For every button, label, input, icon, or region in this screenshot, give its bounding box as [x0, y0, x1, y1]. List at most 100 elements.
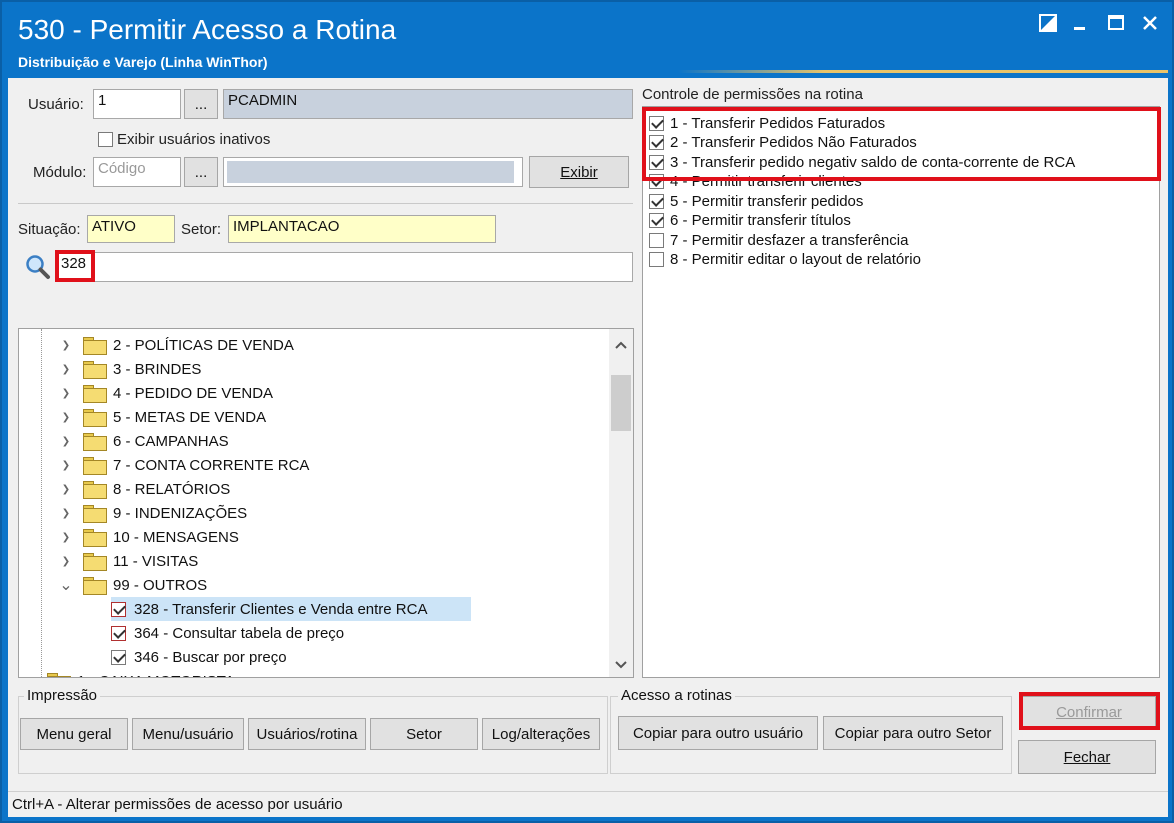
tree-folder-label: 11 - VISITAS — [113, 552, 199, 570]
tree-routine-row[interactable]: 364 - Consultar tabela de preço — [19, 621, 344, 645]
permission-row[interactable]: 8 - Permitir editar o layout de relatóri… — [649, 250, 921, 270]
permission-checkbox[interactable] — [649, 232, 664, 248]
folder-icon — [83, 409, 107, 427]
scroll-thumb[interactable] — [611, 375, 631, 431]
permission-label: 6 - Permitir transferir títulos — [670, 212, 851, 229]
tree-routine-row[interactable]: 328 - Transferir Clientes e Venda entre … — [111, 597, 471, 621]
show-inactive-check-icon[interactable] — [98, 132, 113, 147]
chevron-right-icon[interactable]: ❯ — [59, 364, 73, 375]
acesso-title: Acesso a rotinas — [618, 687, 735, 704]
permission-checkbox[interactable] — [649, 252, 664, 267]
routine-checkbox[interactable] — [111, 601, 126, 617]
chevron-right-icon[interactable]: ❯ — [59, 532, 73, 543]
tree-folder-label: 8 - RELATÓRIOS — [113, 480, 231, 498]
routine-tree[interactable]: ❯ 2 - POLÍTICAS DE VENDA ❯ 3 - BRINDES ❯ 4 - … — [18, 328, 634, 678]
chevron-right-icon[interactable]: ❯ — [59, 388, 73, 399]
tree-folder-row[interactable]: ❯ 3 - BRINDES — [19, 357, 201, 381]
tree-folder-label: 4 - PEDIDO DE VENDA — [113, 384, 274, 402]
chevron-right-icon[interactable]: ❯ — [59, 412, 73, 423]
log-alteracoes-button[interactable]: Log/alterações — [482, 718, 600, 750]
tree-folder-row[interactable]: ❯ 4 - PEDIDO DE VENDA — [19, 381, 273, 405]
permissions-highlight — [642, 107, 1161, 181]
folder-icon — [83, 481, 107, 499]
search-input[interactable]: 328 — [56, 252, 633, 282]
separator — [18, 203, 633, 204]
folder-icon — [83, 457, 107, 475]
scroll-down-icon[interactable] — [614, 657, 628, 674]
permissions-title: Controle de permissões na rotina — [642, 86, 863, 103]
menu-usuario-button[interactable]: Menu/usuário — [132, 718, 244, 750]
tree-scrollbar[interactable] — [609, 329, 633, 677]
tree-folder-label: 10 - MENSAGENS — [113, 528, 239, 546]
restore-layout-icon[interactable] — [1036, 14, 1060, 38]
chevron-right-icon[interactable]: ❯ — [59, 436, 73, 447]
tree-folder-row[interactable]: ❯ 2 - POLÍTICAS DE VENDA — [19, 333, 294, 357]
client-area: Usuário: 1 ... PCADMIN Exibir usuários i… — [8, 78, 1168, 817]
chevron-right-icon[interactable]: ❯ — [59, 508, 73, 519]
tree-folder-label: 1 - CAIXA MOTORISTA — [77, 673, 235, 678]
impressao-title: Impressão — [24, 687, 101, 704]
folder-icon — [83, 577, 107, 595]
confirmar-highlight — [1019, 692, 1160, 730]
tree-folder-row[interactable]: ❯ 11 - VISITAS — [19, 549, 198, 573]
copy-to-user-button[interactable]: Copiar para outro usuário — [618, 716, 818, 750]
chevron-down-icon[interactable]: ⌄ — [59, 575, 73, 595]
tree-folder-row-expanded[interactable]: ⌄ 99 - OUTROS — [19, 573, 207, 597]
permission-label: 8 - Permitir editar o layout de relatóri… — [670, 251, 921, 268]
permission-row[interactable]: 5 - Permitir transferir pedidos — [649, 191, 863, 211]
folder-icon — [83, 505, 107, 523]
tree-routine-label: 364 - Consultar tabela de preço — [134, 624, 345, 642]
tree-folder-row[interactable]: ❯ 9 - INDENIZAÇÕES — [19, 501, 247, 525]
tree-routine-label: 328 - Transferir Clientes e Venda entre … — [134, 600, 428, 618]
modulo-lookup-button[interactable]: ... — [184, 157, 218, 187]
show-inactive-checkbox[interactable]: Exibir usuários inativos — [98, 131, 270, 148]
tree-folder-row[interactable]: ❯ 7 - CONTA CORRENTE RCA — [19, 453, 309, 477]
usuario-code-input[interactable]: 1 — [93, 89, 181, 119]
situacao-field: ATIVO — [87, 215, 175, 243]
routine-checkbox[interactable] — [111, 625, 126, 641]
permission-label: 5 - Permitir transferir pedidos — [670, 192, 864, 210]
tree-routine-label: 346 - Buscar por preço — [134, 648, 287, 666]
usuarios-rotina-button[interactable]: Usuários/rotina — [248, 718, 366, 750]
permission-row[interactable]: 7 - Permitir desfazer a transferência — [649, 230, 908, 250]
tree-folder-row[interactable]: ❯ 8 - RELATÓRIOS — [19, 477, 230, 501]
tree-folder-row[interactable]: ❯ 5 - METAS DE VENDA — [19, 405, 266, 429]
modulo-code-input[interactable]: Código — [93, 157, 181, 187]
usuario-lookup-button[interactable]: ... — [184, 89, 218, 119]
maximize-icon[interactable] — [1104, 14, 1128, 38]
close-icon[interactable] — [1138, 14, 1162, 38]
search-highlight — [55, 250, 95, 282]
fechar-button[interactable]: Fechar — [1018, 740, 1156, 774]
tree-folder-label: 3 - BRINDES — [113, 360, 202, 378]
chevron-right-icon[interactable]: ❯ — [59, 460, 73, 471]
permission-row[interactable]: 6 - Permitir transferir títulos — [649, 211, 851, 231]
tree-folder-label: 2 - POLÍTICAS DE VENDA — [113, 336, 294, 354]
folder-icon — [83, 529, 107, 547]
copy-to-setor-button[interactable]: Copiar para outro Setor — [823, 716, 1003, 750]
tree-folder-row-partial[interactable]: 1 - CAIXA MOTORISTA — [19, 669, 235, 678]
tree-folder-row[interactable]: ❯ 6 - CAMPANHAS — [19, 429, 229, 453]
tree-folder-label: 6 - CAMPANHAS — [113, 432, 229, 450]
permission-checkbox[interactable] — [649, 213, 664, 228]
folder-icon — [83, 337, 107, 355]
tree-folder-row[interactable]: ❯ 10 - MENSAGENS — [19, 525, 239, 549]
tree-folder-label: 5 - METAS DE VENDA — [113, 408, 267, 426]
permission-checkbox[interactable] — [649, 193, 664, 209]
status-text: Ctrl+A - Alterar permissões de acesso po… — [12, 796, 343, 813]
menu-geral-button[interactable]: Menu geral — [20, 718, 128, 750]
scroll-up-icon[interactable] — [614, 337, 628, 353]
routine-checkbox[interactable] — [111, 649, 126, 665]
modulo-name-field — [223, 157, 523, 187]
folder-icon — [47, 673, 71, 677]
exibir-button[interactable]: Exibir — [529, 156, 629, 188]
setor-button[interactable]: Setor — [370, 718, 478, 750]
chevron-right-icon[interactable]: ❯ — [59, 340, 73, 351]
setor-label: Setor: — [181, 221, 222, 238]
chevron-right-icon[interactable]: ❯ — [59, 484, 73, 495]
chevron-right-icon[interactable]: ❯ — [59, 556, 73, 567]
situacao-label: Situação: — [18, 221, 81, 238]
tree-routine-row[interactable]: 346 - Buscar por preço — [19, 645, 287, 669]
window-subtitle: Distribuição e Varejo (Linha WinThor) — [18, 54, 268, 70]
minimize-icon[interactable] — [1068, 14, 1092, 38]
tree-folder-label: 99 - OUTROS — [113, 576, 208, 594]
